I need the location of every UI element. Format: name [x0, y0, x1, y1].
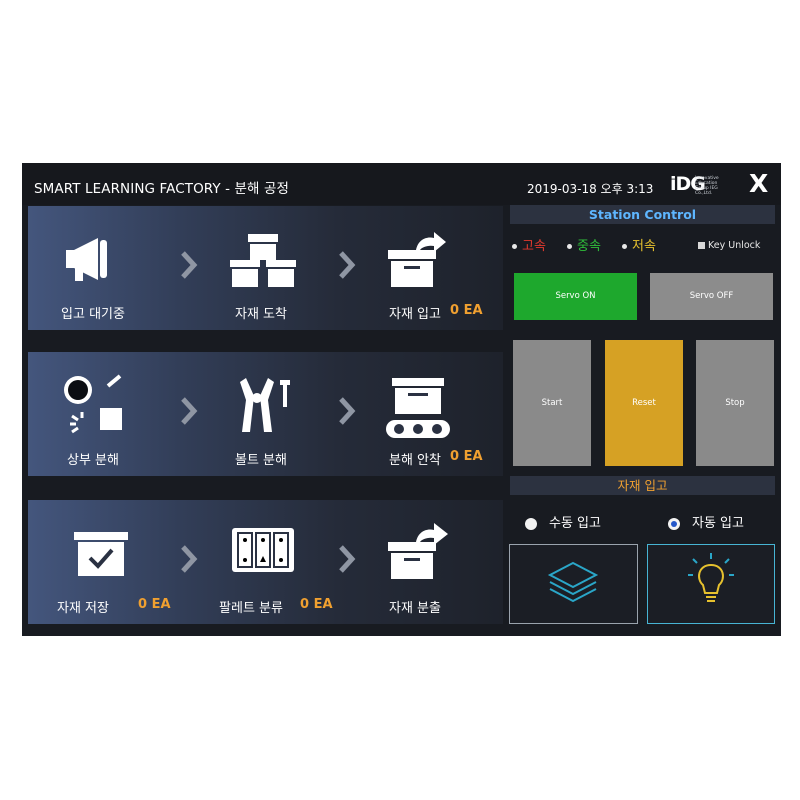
speed-low[interactable]: 저속	[622, 235, 656, 254]
app-title: SMART LEARNING FACTORY - 분해 공정	[34, 181, 289, 197]
qty-received: 0 EA	[450, 303, 483, 318]
qty-pallet: 0 EA	[300, 597, 333, 612]
speed-low-label: 저속	[632, 239, 656, 254]
title-bar: SMART LEARNING FACTORY - 분해 공정 2019-03-1…	[22, 163, 781, 205]
servo-on-button[interactable]: Servo ON	[514, 273, 637, 320]
box-arrow-icon	[388, 232, 446, 287]
step-bolt-disassembly: 볼트 분해	[196, 352, 326, 476]
boxes-icon	[230, 234, 296, 287]
step-material-export: 자재 분출	[350, 500, 480, 624]
datetime: 2019-03-18 오후 3:13	[527, 182, 654, 196]
qty-stored: 0 EA	[138, 597, 171, 612]
auto-input-radio[interactable]: 자동 입고	[668, 512, 744, 531]
pliers-icon	[240, 378, 290, 432]
megaphone-icon	[66, 238, 107, 281]
reset-button[interactable]: Reset	[605, 340, 683, 466]
brand-logo: iDG Innovative Education Group IEG Co.,L…	[670, 173, 732, 199]
step-label: 자재 도착	[235, 307, 287, 322]
bulb-button[interactable]	[647, 544, 775, 624]
bullet-icon	[622, 244, 627, 249]
key-unlock-checkbox[interactable]: Key Unlock	[698, 240, 760, 251]
radio-on-icon	[668, 517, 680, 530]
start-button[interactable]: Start	[513, 340, 591, 466]
step-label: 입고 대기중	[61, 307, 125, 322]
close-icon[interactable]: X	[749, 171, 768, 197]
process-row-2: 상부 분해 볼트 분해 분해 안착 0 EA	[28, 352, 503, 476]
material-input-title: 자재 입고	[510, 476, 775, 495]
pallet-icon	[232, 528, 294, 572]
speed-medium[interactable]: 중속	[567, 235, 601, 254]
process-row-3: 자재 저장 0 EA 팔레트 분류 0 EA 자재 분출	[28, 500, 503, 624]
radio-off-icon	[525, 517, 537, 530]
stop-button[interactable]: Stop	[696, 340, 774, 466]
servo-off-button[interactable]: Servo OFF	[650, 273, 773, 320]
bullet-icon	[567, 244, 572, 249]
step-label: 볼트 분해	[235, 453, 287, 468]
auto-input-label: 자동 입고	[692, 516, 744, 531]
factory-screen: SMART LEARNING FACTORY - 분해 공정 2019-03-1…	[22, 163, 781, 636]
logo-tagline: Innovative Education Group IEG Co.,Ltd.	[695, 176, 719, 196]
step-label: 자재 저장	[57, 601, 109, 616]
manual-input-label: 수동 입고	[549, 516, 601, 531]
box-export-icon	[388, 523, 448, 579]
speed-medium-label: 중속	[577, 239, 601, 254]
manual-input-radio[interactable]: 수동 입고	[525, 512, 601, 531]
bullet-icon	[512, 244, 517, 249]
step-top-disassembly: 상부 분해	[28, 352, 158, 476]
layers-button[interactable]	[509, 544, 638, 624]
lightbulb-icon	[688, 553, 734, 602]
qty-seated: 0 EA	[450, 449, 483, 464]
speed-high[interactable]: 고속	[512, 235, 546, 254]
step-label: 팔레트 분류	[219, 601, 283, 616]
check-box-icon	[74, 532, 128, 576]
layers-icon	[547, 561, 599, 603]
step-receive-wait: 입고 대기중	[28, 206, 158, 330]
step-label: 상부 분해	[67, 453, 119, 468]
conveyor-icon	[386, 378, 450, 438]
step-material-arrival: 자재 도착	[196, 206, 326, 330]
step-label: 자재 분출	[389, 601, 441, 616]
disassemble-icon	[64, 374, 122, 434]
process-row-1: 입고 대기중 자재 도착 자재 입고 0 EA	[28, 206, 503, 330]
station-control-title: Station Control	[510, 205, 775, 224]
checkbox-square-icon	[698, 242, 705, 249]
key-unlock-label: Key Unlock	[708, 240, 761, 251]
speed-high-label: 고속	[522, 239, 546, 254]
